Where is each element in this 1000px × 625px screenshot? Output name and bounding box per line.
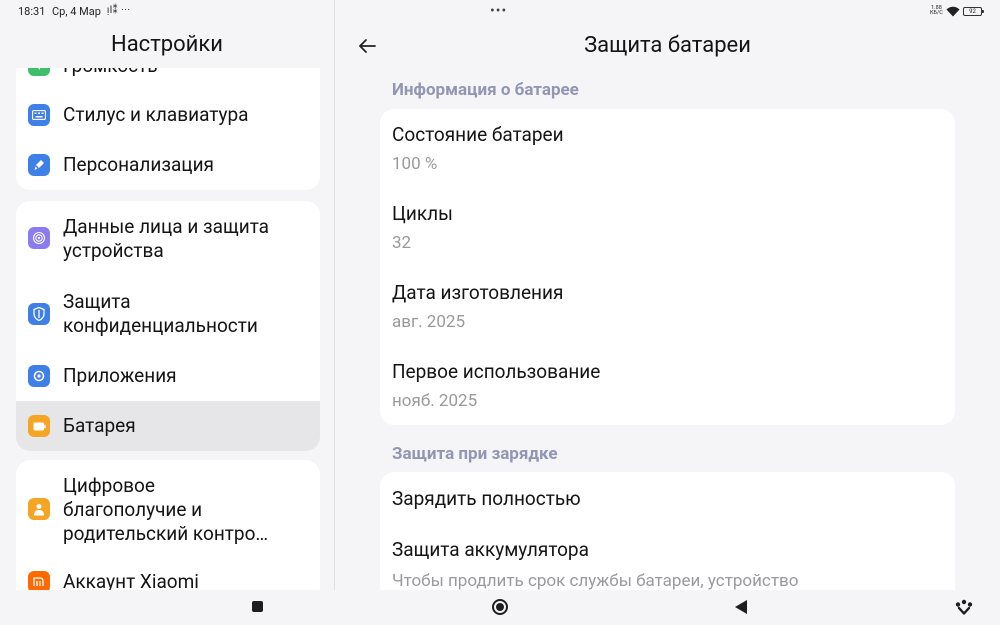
page-title: Защита батареи xyxy=(584,33,751,58)
privacy-shield-icon xyxy=(28,303,50,325)
info-value: авг. 2025 xyxy=(392,312,466,332)
battery-info-card: Состояние батареи 100 % Циклы 32 Дата из… xyxy=(380,109,955,425)
home-button[interactable] xyxy=(492,599,508,615)
info-label: Дата изготовления xyxy=(392,281,564,304)
xiaomi-icon xyxy=(28,571,50,590)
settings-title: Настройки xyxy=(111,32,223,57)
settings-item-apps[interactable]: Приложения xyxy=(16,351,320,401)
navigation-bar xyxy=(0,590,1000,625)
info-value: 32 xyxy=(392,233,412,253)
info-label: Циклы xyxy=(392,202,453,225)
recents-button[interactable] xyxy=(252,601,263,612)
section-header-battery-info: Информация о батарее xyxy=(392,80,579,100)
info-value: 100 % xyxy=(392,154,438,174)
settings-scroll[interactable]: Громкость Стилус и клавиатура Персонализ… xyxy=(0,68,334,590)
apps-gear-icon xyxy=(28,365,50,387)
charge-fully-option[interactable]: Зарядить полностью xyxy=(380,472,955,524)
wellbeing-icon xyxy=(28,498,50,520)
charging-protection-card: Зарядить полностью Защита аккумулятора Ч… xyxy=(380,472,955,590)
battery-status-icon: 92 xyxy=(963,7,984,16)
info-label: Состояние батареи xyxy=(392,123,564,146)
option-label: Зарядить полностью xyxy=(392,487,581,510)
section-header-charging-protection: Защита при зарядке xyxy=(392,444,558,464)
option-description: Чтобы продлить срок службы батареи, устр… xyxy=(392,571,799,590)
settings-item-personalization[interactable]: Персонализация xyxy=(16,140,320,190)
status-date: Ср, 4 Мар xyxy=(52,5,101,18)
network-speed: 1.88 КБ/С xyxy=(930,5,943,16)
keyboard-icon xyxy=(28,104,50,126)
settings-item-battery[interactable]: Батарея xyxy=(16,401,320,451)
status-time: 18:31 xyxy=(18,5,46,18)
volume-icon xyxy=(28,68,50,76)
hide-keyboard-icon[interactable] xyxy=(955,598,973,616)
settings-list-pane: Настройки Громкость Стилус и клавиатура xyxy=(0,24,334,590)
settings-item-stylus-keyboard[interactable]: Стилус и клавиатура xyxy=(16,90,320,140)
brush-icon xyxy=(28,154,50,176)
battery-icon xyxy=(28,415,50,437)
settings-group-security: Данные лица и защита устройства Защита к… xyxy=(16,201,320,451)
notification-icons: ᴉl⁑ ··· xyxy=(107,5,131,16)
settings-group-display: Громкость Стилус и клавиатура Персонализ… xyxy=(16,68,320,190)
option-label: Защита аккумулятора xyxy=(392,538,589,561)
status-bar: 18:31 Ср, 4 Мар ᴉl⁑ ··· ••• 1.88 КБ/С 92 xyxy=(0,0,1000,24)
multitask-dots[interactable]: ••• xyxy=(490,3,507,19)
settings-item-digital-wellbeing[interactable]: Цифровое благополучие и родительский кон… xyxy=(16,460,320,560)
settings-item-privacy[interactable]: Защита конфиденциальности xyxy=(16,277,320,351)
settings-item-xiaomi-account[interactable]: Аккаунт Xiaomi xyxy=(16,560,320,590)
settings-item-volume[interactable]: Громкость xyxy=(16,68,320,90)
battery-protection-option[interactable]: Защита аккумулятора Чтобы продлить срок … xyxy=(380,524,955,590)
battery-protection-pane: Защита батареи Информация о батарее Сост… xyxy=(335,24,1000,590)
settings-item-face-data[interactable]: Данные лица и защита устройства xyxy=(16,201,320,277)
wifi-icon xyxy=(946,6,960,17)
back-button[interactable] xyxy=(735,600,747,614)
fingerprint-icon xyxy=(28,227,50,249)
info-label: Первое использование xyxy=(392,360,601,383)
info-value: нояб. 2025 xyxy=(392,391,478,411)
settings-group-wellbeing: Цифровое благополучие и родительский кон… xyxy=(16,460,320,590)
